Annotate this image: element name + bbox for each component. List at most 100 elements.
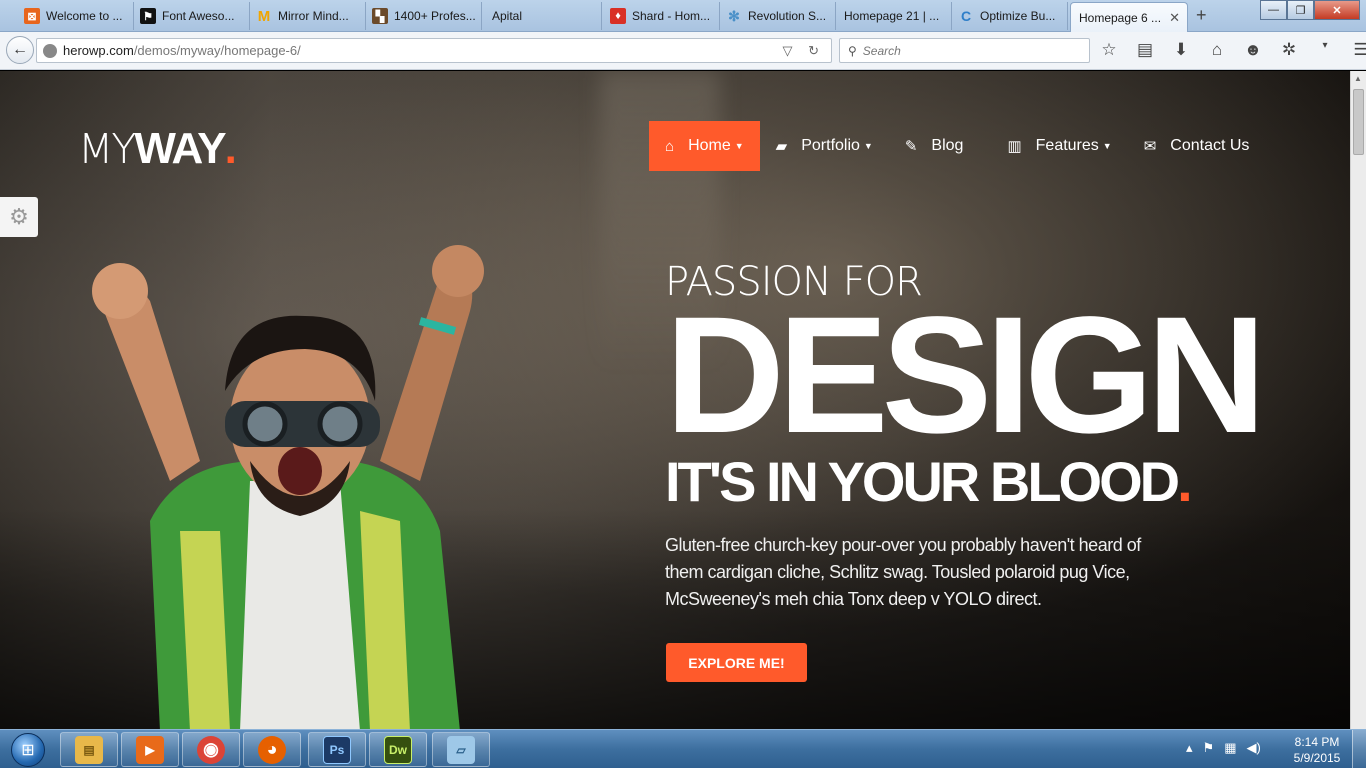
webpage-hero: MYWAY. ⌂ Home ▼ ▰ Portfolio ▼ ✎ Blog ▥ F… bbox=[0, 71, 1350, 729]
hero-subtitle-dot: . bbox=[1177, 450, 1192, 513]
nav-item-portfolio[interactable]: ▰ Portfolio ▼ bbox=[760, 121, 889, 171]
show-desktop-button[interactable] bbox=[1352, 730, 1366, 768]
tab-label: Optimize Bu... bbox=[980, 9, 1056, 23]
toolbar-icons: ☆ ▤ ⬇ ⌂ ☻ ✲ ▾ ☰ bbox=[1098, 40, 1366, 60]
menu-icon[interactable]: ☰ bbox=[1350, 40, 1366, 60]
firefox-icon: ◕ bbox=[258, 735, 286, 764]
caret-down-icon: ▼ bbox=[863, 141, 873, 151]
tab-3[interactable]: ▚ 1400+ Profes... bbox=[366, 2, 482, 30]
nav-label: Portfolio bbox=[801, 137, 860, 154]
site-logo[interactable]: MYWAY. bbox=[78, 124, 237, 173]
system-tray: ▴ ⚑ ▦ ◀) bbox=[1186, 740, 1261, 756]
action-center-flag-icon[interactable]: ⚑ bbox=[1203, 740, 1215, 756]
tab-label: Apital bbox=[492, 9, 523, 23]
scroll-up-icon[interactable]: ▲ bbox=[1354, 74, 1362, 83]
extension-icon[interactable]: ✲ bbox=[1278, 40, 1300, 60]
taskbar-dreamweaver[interactable]: Dw bbox=[369, 732, 427, 767]
photoshop-icon: Ps bbox=[323, 735, 351, 764]
system-clock[interactable]: 8:14 PM 5/9/2015 bbox=[1284, 734, 1350, 766]
logo-thin: MY bbox=[78, 125, 136, 173]
tab-0[interactable]: ⊠ Welcome to ... bbox=[18, 2, 134, 30]
tab-label: Homepage 21 | ... bbox=[844, 9, 940, 23]
reload-icon[interactable]: ▽ ↻ bbox=[782, 43, 825, 59]
search-icon: ⚲ bbox=[848, 43, 857, 58]
taskbar-chrome[interactable]: ◉ bbox=[182, 732, 240, 767]
address-bar[interactable]: herowp.com/demos/myway/homepage-6/ ▽ ↻ bbox=[36, 38, 832, 63]
media-player-icon: ▶ bbox=[136, 735, 164, 764]
home-icon: ⌂ bbox=[665, 137, 675, 155]
page-scrollbar[interactable]: ▲ bbox=[1350, 71, 1366, 729]
logo-bold: WAY bbox=[134, 124, 226, 173]
window-controls: — ❐ ✕ bbox=[1260, 0, 1360, 20]
network-icon[interactable]: ▦ bbox=[1224, 740, 1236, 756]
volume-icon[interactable]: ◀) bbox=[1246, 740, 1260, 756]
tab-4[interactable]: Apital bbox=[482, 2, 602, 30]
home-icon[interactable]: ⌂ bbox=[1206, 40, 1228, 60]
bookmark-star-icon[interactable]: ☆ bbox=[1098, 40, 1120, 60]
windows-logo-icon: ⊞ bbox=[11, 732, 45, 767]
search-input[interactable]: ⚲ Search bbox=[839, 38, 1090, 63]
tab-8[interactable]: C Optimize Bu... bbox=[952, 2, 1068, 30]
search-placeholder: Search bbox=[862, 43, 901, 58]
person-mouth bbox=[278, 447, 322, 495]
minimize-button[interactable]: — bbox=[1260, 0, 1287, 20]
briefcase-icon: ▰ bbox=[775, 138, 788, 155]
scrollbar-thumb[interactable] bbox=[1353, 89, 1364, 155]
nav-label: Home bbox=[688, 137, 731, 154]
maximize-button[interactable]: ❐ bbox=[1287, 0, 1314, 20]
tab-2[interactable]: M Mirror Mind... bbox=[250, 2, 366, 30]
hero-subtitle-text: IT'S IN YOUR BLOOD bbox=[665, 450, 1180, 513]
nav-item-blog[interactable]: ✎ Blog bbox=[889, 121, 980, 171]
main-navigation: ⌂ Home ▼ ▰ Portfolio ▼ ✎ Blog ▥ Features… bbox=[649, 121, 1265, 171]
chat-icon[interactable]: ☻ bbox=[1242, 40, 1264, 60]
close-tab-icon[interactable]: ✕ bbox=[1169, 10, 1180, 26]
caret-down-icon: ▼ bbox=[734, 141, 744, 151]
nav-label: Blog bbox=[931, 137, 964, 154]
logo-dot: . bbox=[224, 124, 237, 173]
reading-list-icon[interactable]: ▤ bbox=[1134, 40, 1156, 60]
building-icon: ▥ bbox=[1007, 138, 1022, 155]
clock-time: 8:14 PM bbox=[1294, 735, 1340, 749]
tab-label: Revolution S... bbox=[748, 9, 827, 23]
tab-label: Homepage 6 ... bbox=[1079, 10, 1162, 25]
person-right-fist bbox=[432, 245, 484, 297]
tab-5[interactable]: ♦ Shard - Hom... bbox=[604, 2, 720, 30]
new-tab-button[interactable]: + bbox=[1196, 5, 1207, 26]
tab-favicon-icon: ⚑ bbox=[140, 8, 156, 24]
downloads-icon[interactable]: ⬇ bbox=[1170, 40, 1192, 60]
notepad-icon: ▱ bbox=[447, 735, 475, 764]
tab-favicon-icon: ⊠ bbox=[24, 8, 40, 24]
explore-button[interactable]: EXPLORE ME! bbox=[666, 643, 807, 682]
taskbar-file-explorer[interactable]: ▤ bbox=[60, 732, 118, 767]
hero-subtitle: IT'S IN YOUR BLOOD. bbox=[665, 449, 1193, 514]
tab-1[interactable]: ⚑ Font Aweso... bbox=[134, 2, 250, 30]
close-window-button[interactable]: ✕ bbox=[1314, 0, 1360, 20]
tab-favicon-icon: ♦ bbox=[610, 8, 626, 24]
hero-description: Gluten-free church-key pour-over you pro… bbox=[665, 535, 1141, 609]
tab-7[interactable]: Homepage 21 | ... bbox=[836, 2, 952, 30]
back-button[interactable]: ← bbox=[6, 36, 34, 64]
browser-toolbar: ← herowp.com/demos/myway/homepage-6/ ▽ ↻… bbox=[0, 32, 1366, 70]
url-path: /demos/myway/homepage-6/ bbox=[133, 43, 301, 58]
tab-label: Font Aweso... bbox=[162, 9, 235, 23]
chrome-icon: ◉ bbox=[197, 735, 225, 764]
nav-item-contact[interactable]: ✉ Contact Us bbox=[1128, 121, 1266, 171]
edit-icon: ✎ bbox=[904, 138, 918, 155]
start-button[interactable]: ⊞ bbox=[2, 731, 54, 768]
taskbar-media-player[interactable]: ▶ bbox=[121, 732, 179, 767]
file-explorer-icon: ▤ bbox=[75, 735, 103, 764]
nav-item-home[interactable]: ⌂ Home ▼ bbox=[649, 121, 760, 171]
dropdown-icon[interactable]: ▾ bbox=[1314, 40, 1336, 60]
dreamweaver-icon: Dw bbox=[384, 735, 412, 764]
tab-9-active[interactable]: Homepage 6 ... ✕ bbox=[1070, 2, 1188, 32]
tab-favicon-icon: C bbox=[960, 8, 972, 24]
taskbar-notepad[interactable]: ▱ bbox=[432, 732, 490, 767]
show-hidden-icons-icon[interactable]: ▴ bbox=[1186, 740, 1193, 756]
settings-gear-icon[interactable]: ⚙ bbox=[0, 197, 38, 237]
person-undershirt bbox=[240, 481, 360, 729]
site-identity-icon[interactable] bbox=[43, 43, 57, 58]
taskbar-firefox[interactable]: ◕ bbox=[243, 732, 301, 767]
taskbar-photoshop[interactable]: Ps bbox=[308, 732, 366, 767]
tab-6[interactable]: ✻ Revolution S... bbox=[720, 2, 836, 30]
nav-item-features[interactable]: ▥ Features ▼ bbox=[979, 121, 1127, 171]
